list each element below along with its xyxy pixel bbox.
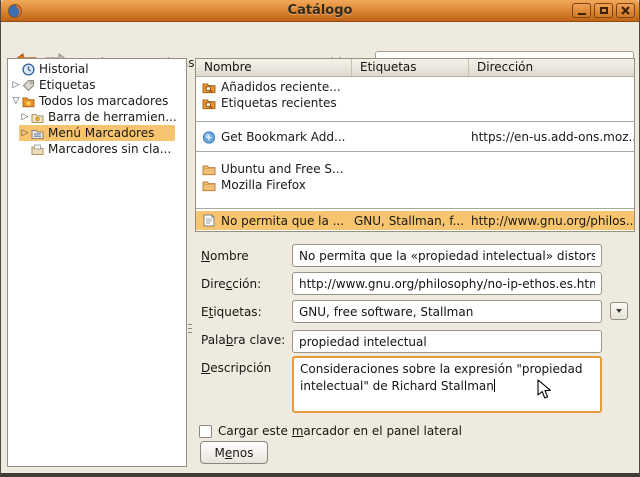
table-row[interactable]: Añadidos reciente... [196, 79, 634, 95]
column-header-etiquetas[interactable]: Etiquetas [352, 59, 469, 76]
list-header: Nombre Etiquetas Dirección [196, 59, 634, 77]
expander-icon[interactable]: ▷ [10, 77, 22, 93]
load-in-sidebar-option[interactable]: Cargar este marcador en el panel lateral [199, 424, 462, 438]
table-row[interactable]: Ubuntu and Free S... [196, 161, 634, 177]
direccion-input[interactable] [292, 272, 602, 295]
bookmark-name-cell: Mozilla Firefox [221, 178, 306, 192]
palabra-clave-label: Palabra clave: [201, 333, 285, 347]
descripcion-label: Descripción [201, 361, 271, 375]
bookmarks-list: Nombre Etiquetas Dirección Añadidos reci… [195, 58, 635, 232]
column-header-nombre[interactable]: Nombre [196, 59, 352, 76]
sidebar-item-menu-marcadores[interactable]: ▷ Menú Marcadores [19, 125, 175, 141]
expander-icon[interactable]: ▷ [19, 125, 31, 141]
toolbar-folder-icon [31, 111, 44, 124]
table-row-selected[interactable]: No permita que la ... GNU, Stallman, f..… [196, 211, 634, 230]
table-row[interactable]: Mozilla Firefox [196, 177, 634, 193]
load-in-sidebar-checkbox[interactable] [199, 425, 212, 438]
mouse-cursor [537, 379, 553, 401]
sidebar-item-label: Etiquetas [39, 78, 96, 92]
menu-folder-icon [31, 127, 44, 140]
folder-icon [202, 163, 216, 176]
bookmark-name-cell: Añadidos reciente... [221, 80, 341, 94]
close-button[interactable] [616, 3, 635, 18]
bookmark-tags-cell: GNU, Stallman, f... [352, 214, 469, 228]
maximize-button[interactable] [594, 3, 613, 18]
chevron-down-icon [616, 309, 622, 313]
sidebar-item-historial[interactable]: Historial [8, 61, 186, 77]
nombre-input[interactable] [292, 244, 602, 267]
minimize-button[interactable] [572, 3, 591, 18]
list-separator [196, 151, 634, 152]
smart-folder-icon [202, 97, 216, 110]
list-separator [196, 121, 634, 122]
etiquetas-label: Etiquetas: [201, 305, 262, 319]
window-titlebar[interactable]: Catálogo [1, 0, 639, 22]
close-icon [621, 6, 630, 15]
etiquetas-input[interactable] [292, 300, 602, 323]
addon-globe-icon [202, 131, 216, 144]
sidebar-item-label: Todos los marcadores [39, 94, 168, 108]
expander-icon[interactable]: ▽ [10, 93, 22, 109]
sidebar-item-etiquetas[interactable]: ▷ Etiquetas [8, 77, 186, 93]
direccion-label: Dirección: [201, 277, 261, 291]
checkbox-label: Cargar este marcador en el panel lateral [218, 424, 462, 438]
expander-icon[interactable]: ▷ [19, 109, 31, 125]
bookmark-url-cell: https://en-us.add-ons.moz... [469, 130, 634, 144]
maximize-icon [600, 7, 608, 14]
bookmarks-tree: Historial ▷ Etiquetas ▽ Todos los marcad… [7, 58, 187, 467]
sidebar-item-marcadores-sin-clasificar[interactable]: Marcadores sin cla... [19, 141, 186, 157]
sidebar-item-barra-herramientas[interactable]: ▷ Barra de herramien... [19, 109, 186, 125]
history-clock-icon [22, 63, 35, 76]
folder-icon [202, 179, 216, 192]
text-caret [494, 379, 495, 392]
tag-icon [22, 79, 35, 92]
smart-folder-icon [202, 81, 216, 94]
bookmark-url-cell: http://www.gnu.org/philos... [469, 214, 634, 228]
table-row[interactable]: Etiquetas recientes [196, 95, 634, 111]
minimize-icon [578, 13, 586, 15]
library-window: Catálogo Organizar [0, 0, 640, 477]
column-header-direccion[interactable]: Dirección [469, 59, 634, 76]
sidebar-item-label: Historial [39, 62, 89, 76]
bookmark-name-cell: Ubuntu and Free S... [221, 162, 343, 176]
menos-button[interactable]: Menos [200, 441, 268, 464]
sidebar-item-label: Marcadores sin cla... [48, 142, 171, 156]
table-row[interactable]: Get Bookmark Add... https://en-us.add-on… [196, 129, 634, 145]
all-bookmarks-folder-icon [22, 95, 35, 108]
sidebar-item-todos-los-marcadores[interactable]: ▽ Todos los marcadores [8, 93, 186, 109]
descripcion-textarea[interactable]: Consideraciones sobre la expresión "prop… [292, 356, 602, 413]
bookmark-page-icon [202, 214, 216, 227]
window-title: Catálogo [1, 3, 639, 18]
sidebar-item-label: Menú Marcadores [48, 126, 154, 140]
toolbar: Organizar Vistas Importar y respaldar [1, 22, 639, 58]
sidebar-item-label: Barra de herramien... [48, 110, 177, 124]
bookmark-name-cell: No permita que la ... [221, 214, 344, 228]
list-separator [196, 208, 634, 209]
palabra-clave-input[interactable] [292, 330, 602, 353]
bookmark-name-cell: Get Bookmark Add... [221, 130, 345, 144]
unsorted-folder-icon [31, 143, 44, 156]
bookmark-name-cell: Etiquetas recientes [221, 96, 337, 110]
pane-splitter[interactable] [188, 324, 192, 333]
tags-dropdown-button[interactable] [610, 302, 628, 320]
nombre-label: Nombre [201, 249, 249, 263]
